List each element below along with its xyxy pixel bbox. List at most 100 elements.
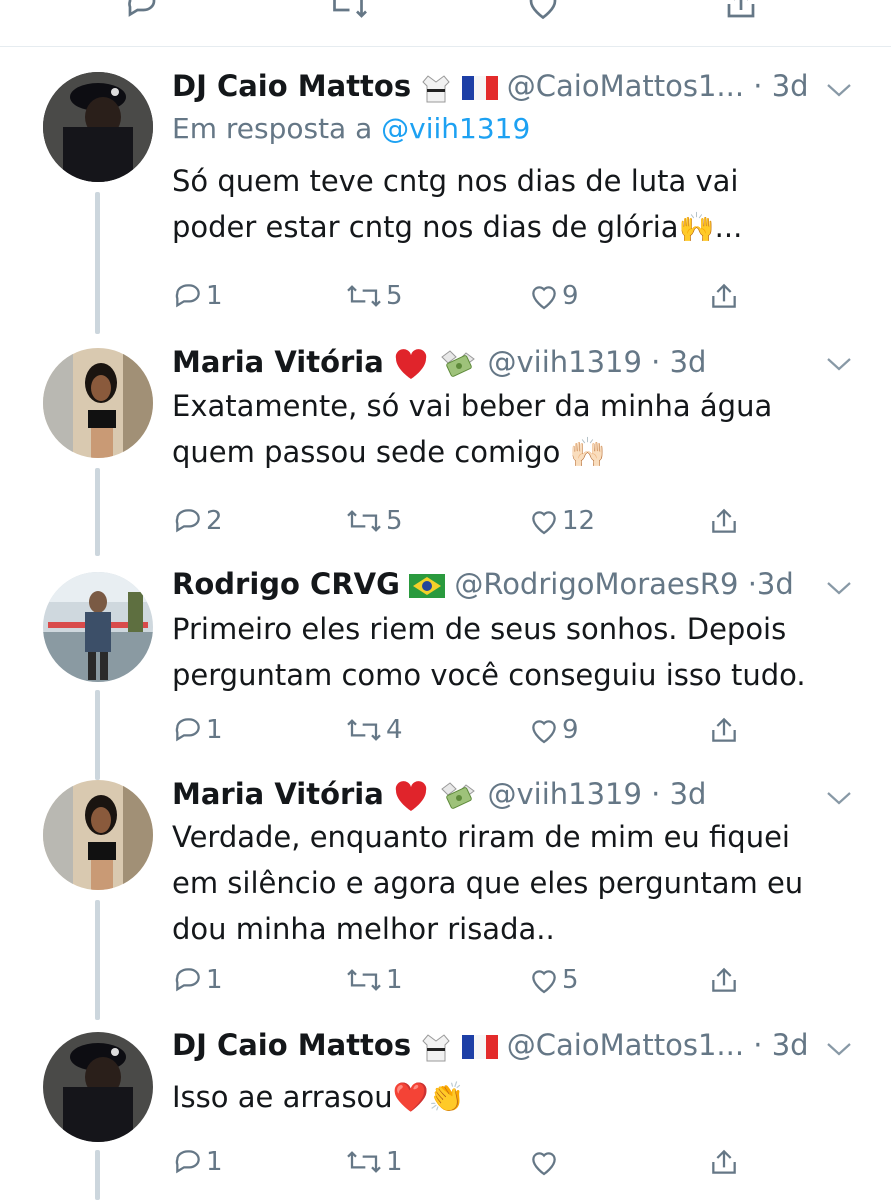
timestamp[interactable]: 3d [772,69,809,103]
retweet-icon [347,969,381,991]
avatar[interactable] [43,572,153,682]
reply-icon [175,718,200,742]
separator-dot: · [651,777,670,811]
tweet-text: Exatamente, só vai beber da minha água q… [172,389,773,469]
thread-line [95,690,100,780]
divider [0,46,891,47]
retweet-button[interactable]: 5 [344,280,403,312]
reply-count: 1 [206,1147,223,1177]
tweet-header: Rodrigo CRVG @RodrigoMoraesR9 ·3d [172,566,794,602]
avatar[interactable] [43,780,153,890]
retweet-button[interactable]: 4 [344,714,403,746]
reply-icon [175,509,200,533]
like-icon [532,511,556,535]
separator-dot: · [651,345,670,379]
reply-count: 1 [206,281,223,311]
display-name[interactable]: DJ Caio Mattos [172,1028,411,1062]
reply-button[interactable]: 1 [172,1146,223,1178]
tweet-header: Maria Vitória @viih1319 · 3d [172,776,706,813]
handle[interactable]: @CaioMattos1... [507,1028,744,1062]
action-bar: 1 1 5 [172,964,772,998]
separator-dot: · [747,567,757,601]
share-button[interactable] [708,505,740,537]
like-icon[interactable] [523,0,563,22]
reply-icon[interactable] [122,0,162,22]
reply-count: 1 [206,715,223,745]
share-icon [712,508,736,533]
display-name[interactable]: Maria Vitória [172,777,384,811]
handle[interactable]: @RodrigoMoraesR9 [454,567,738,601]
chevron-down-icon[interactable] [826,580,852,596]
retweet-icon [347,510,381,532]
share-icon [712,967,736,992]
reply-prefix: Em resposta a [172,112,382,145]
like-button[interactable] [528,1146,562,1178]
timestamp[interactable]: 3d [670,345,707,379]
like-button[interactable]: 9 [528,280,579,312]
money-with-wings-icon [441,782,476,809]
reply-icon [175,1150,200,1174]
tweet-text: Só quem teve cntg nos dias de luta vai p… [172,164,743,244]
like-count: 12 [562,506,596,536]
retweet-button[interactable]: 5 [344,505,403,537]
thread-line [95,468,100,556]
like-icon [532,720,556,744]
display-name[interactable]: Rodrigo CRVG [172,567,400,601]
share-icon[interactable] [720,0,762,22]
chevron-down-icon[interactable] [826,82,852,98]
timestamp[interactable]: 3d [757,567,794,601]
avatar[interactable] [43,348,153,458]
tweet-text: Primeiro eles riem de seus sonhos. Depoi… [172,612,806,692]
tweet-header: DJ Caio Mattos @CaioMattos1... · 3d [172,68,809,104]
avatar[interactable] [43,72,153,182]
share-icon [712,283,736,308]
like-button[interactable]: 9 [528,714,579,746]
reply-icon [175,284,200,308]
share-button[interactable] [708,280,740,312]
retweet-icon [347,285,381,307]
reply-count: 2 [206,506,223,536]
reply-button[interactable]: 1 [172,964,223,996]
tweet-header: Maria Vitória @viih1319 · 3d [172,344,706,381]
separator-dot: · [753,1028,772,1062]
retweet-count: 1 [386,1147,403,1177]
reply-button[interactable]: 2 [172,505,223,537]
thread-line [95,900,100,1020]
share-icon [712,717,736,742]
like-button[interactable]: 12 [528,505,595,537]
handle[interactable]: @CaioMattos1... [507,69,744,103]
share-button[interactable] [708,964,740,996]
display-name[interactable]: Maria Vitória [172,345,384,379]
retweet-count: 4 [386,715,403,745]
retweet-button[interactable]: 1 [344,1146,403,1178]
tweet-text: Isso ae arrasou❤️👏 [172,1080,465,1114]
share-button[interactable] [708,1146,740,1178]
reply-icon [175,968,200,992]
retweet-icon [347,1151,381,1173]
reply-button[interactable]: 1 [172,280,223,312]
timestamp[interactable]: 3d [670,777,707,811]
like-count: 5 [562,965,579,995]
reply-mention[interactable]: @viih1319 [381,112,530,145]
timestamp[interactable]: 3d [772,1028,809,1062]
like-icon [532,1152,556,1176]
share-button[interactable] [708,714,740,746]
like-button[interactable]: 5 [528,964,579,996]
chevron-down-icon[interactable] [826,356,852,372]
france-flag-icon [461,76,498,100]
france-flag-icon [461,1035,498,1059]
handle[interactable]: @viih1319 [487,777,641,811]
reply-button[interactable]: 1 [172,714,223,746]
display-name[interactable]: DJ Caio Mattos [172,69,411,103]
red-heart-icon [395,349,427,379]
separator-dot: · [753,69,772,103]
tweet-header: DJ Caio Mattos @CaioMattos1... · 3d [172,1027,809,1063]
chevron-down-icon[interactable] [826,1041,852,1057]
avatar[interactable] [43,1032,153,1142]
chevron-down-icon[interactable] [826,790,852,806]
retweet-icon[interactable] [324,0,372,22]
karate-uniform-icon [422,1034,451,1062]
handle[interactable]: @viih1319 [487,345,641,379]
retweet-button[interactable]: 1 [344,964,403,996]
brazil-flag-icon [409,574,446,598]
